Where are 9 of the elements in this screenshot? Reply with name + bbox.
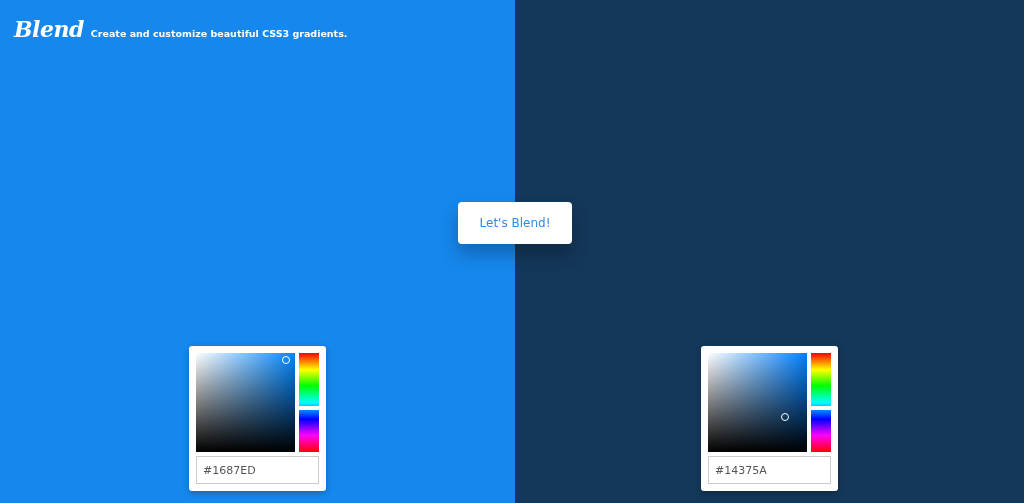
saturation-square[interactable] [708,353,807,452]
blend-button[interactable]: Let's Blend! [458,202,572,244]
hex-input[interactable]: #1687ED [196,456,319,484]
logo: Blend [14,16,84,42]
tagline: Create and customize beautiful CSS3 gradients. [90,28,348,39]
hex-input[interactable]: #14375A [708,456,831,484]
hue-slider[interactable] [811,353,831,452]
saturation-square[interactable] [196,353,295,452]
hue-slider[interactable] [299,353,319,452]
